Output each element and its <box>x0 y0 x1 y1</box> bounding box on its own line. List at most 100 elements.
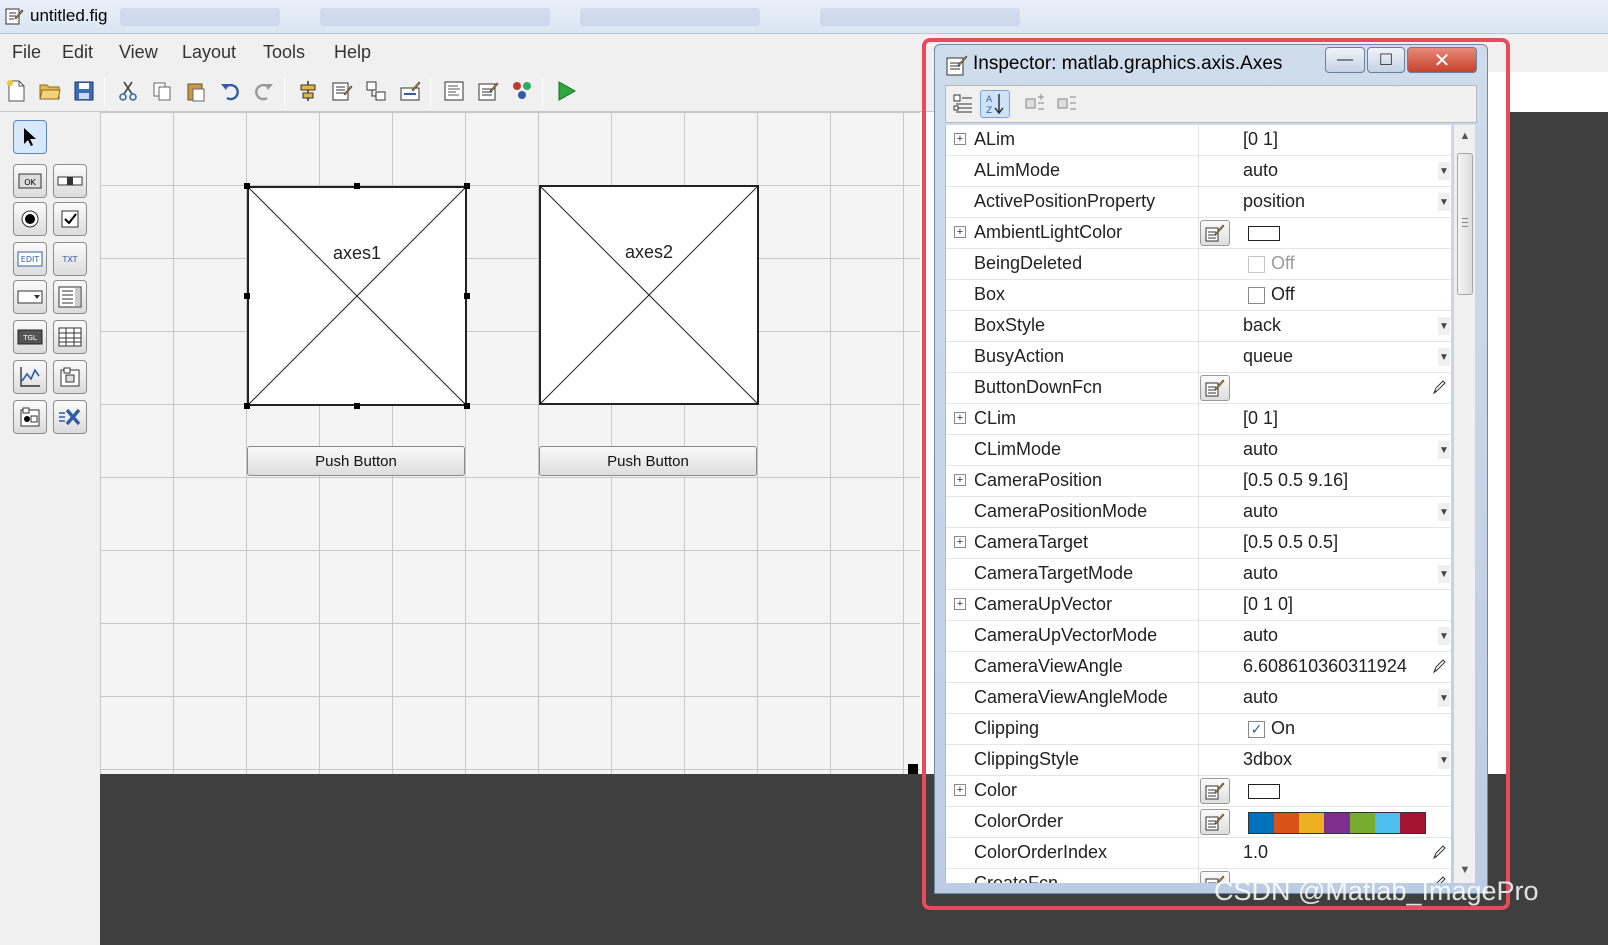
open-folder-icon[interactable] <box>36 77 64 105</box>
menu-tools[interactable]: Tools <box>263 42 305 63</box>
expand-plus-icon[interactable]: + <box>954 133 966 145</box>
property-row-camerapositionmode[interactable]: CameraPositionMode auto ▼ <box>946 497 1451 528</box>
property-row-boxstyle[interactable]: BoxStyle back ▼ <box>946 311 1451 342</box>
property-inspector-icon[interactable] <box>474 77 502 105</box>
property-row-cameratarget[interactable]: + CameraTarget [0.5 0.5 0.5] <box>946 528 1451 559</box>
edit-text-icon[interactable]: EDIT <box>13 242 47 276</box>
radio-button-icon[interactable] <box>13 202 47 236</box>
axes-icon[interactable] <box>13 360 47 394</box>
axes2-component[interactable]: axes2 <box>539 185 759 405</box>
pencil-edit-icon[interactable] <box>1432 379 1446 397</box>
property-value[interactable]: [0.5 0.5 0.5] <box>1243 532 1338 553</box>
panel-icon[interactable] <box>53 360 87 394</box>
property-row-box[interactable]: Box Off <box>946 280 1451 311</box>
scroll-up-arrow-icon[interactable]: ▲ <box>1454 127 1476 145</box>
static-text-icon[interactable]: TXT <box>53 242 87 276</box>
property-row-cameraupvectormode[interactable]: CameraUpVectorMode auto ▼ <box>946 621 1451 652</box>
minimize-button[interactable]: — <box>1325 47 1365 73</box>
layout-canvas[interactable]: axes1 axes2 Push Button Push Button <box>100 112 920 774</box>
object-browser-icon[interactable] <box>508 77 536 105</box>
redo-icon[interactable] <box>250 77 278 105</box>
property-row-busyaction[interactable]: BusyAction queue ▼ <box>946 342 1451 373</box>
selection-handle[interactable] <box>354 403 360 409</box>
listbox-icon[interactable] <box>53 280 87 314</box>
expand-plus-icon[interactable]: + <box>954 536 966 548</box>
expand-plus-icon[interactable]: + <box>954 784 966 796</box>
selection-handle[interactable] <box>244 183 250 189</box>
property-row-cameraviewangle[interactable]: CameraViewAngle 6.608610360311924 <box>946 652 1451 683</box>
selection-handle[interactable] <box>244 293 250 299</box>
toolbar-editor-icon[interactable] <box>396 77 424 105</box>
property-value[interactable]: auto <box>1243 439 1278 460</box>
maximize-button[interactable]: ☐ <box>1367 47 1405 73</box>
property-row-clippingstyle[interactable]: ClippingStyle 3dbox ▼ <box>946 745 1451 776</box>
dropdown-arrow-icon[interactable]: ▼ <box>1438 348 1450 366</box>
property-value[interactable]: auto <box>1243 625 1278 646</box>
canvas-resize-handle[interactable] <box>908 764 918 774</box>
scroll-thumb[interactable] <box>1457 153 1473 295</box>
push-button-2[interactable]: Push Button <box>539 446 757 476</box>
checkbox-icon[interactable] <box>53 202 87 236</box>
table-icon[interactable] <box>53 320 87 354</box>
property-checkbox[interactable] <box>1248 287 1265 304</box>
menu-help[interactable]: Help <box>334 42 371 63</box>
run-icon[interactable] <box>552 77 580 105</box>
undo-icon[interactable] <box>216 77 244 105</box>
property-row-cameraviewanglemode[interactable]: CameraViewAngleMode auto ▼ <box>946 683 1451 714</box>
pencil-edit-icon[interactable] <box>1432 844 1446 862</box>
property-value[interactable]: [0.5 0.5 9.16] <box>1243 470 1348 491</box>
color-order-strip[interactable] <box>1248 812 1426 834</box>
property-value[interactable]: auto <box>1243 501 1278 522</box>
property-value[interactable]: [0 1] <box>1243 129 1278 150</box>
dropdown-arrow-icon[interactable]: ▼ <box>1438 317 1450 335</box>
selection-handle[interactable] <box>354 183 360 189</box>
property-value[interactable]: auto <box>1243 160 1278 181</box>
dropdown-arrow-icon[interactable]: ▼ <box>1438 503 1450 521</box>
dropdown-arrow-icon[interactable]: ▼ <box>1438 162 1450 180</box>
selection-handle[interactable] <box>464 293 470 299</box>
property-row-climmode[interactable]: CLimMode auto ▼ <box>946 435 1451 466</box>
push-button-icon[interactable]: OK <box>13 164 47 198</box>
menu-view[interactable]: View <box>119 42 158 63</box>
property-row-ambientlightcolor[interactable]: + AmbientLightColor <box>946 218 1451 249</box>
menu-edit[interactable]: Edit <box>62 42 93 63</box>
property-row-beingdeleted[interactable]: BeingDeleted Off <box>946 249 1451 280</box>
property-row-cameraposition[interactable]: + CameraPosition [0.5 0.5 9.16] <box>946 466 1451 497</box>
property-checkbox[interactable]: ✓ <box>1248 721 1265 738</box>
property-editor-button[interactable] <box>1200 809 1230 835</box>
property-row-clipping[interactable]: Clipping ✓ On <box>946 714 1451 745</box>
property-row-cameratargetmode[interactable]: CameraTargetMode auto ▼ <box>946 559 1451 590</box>
property-value[interactable]: auto <box>1243 563 1278 584</box>
property-value[interactable]: 1.0 <box>1243 842 1268 863</box>
selection-handle[interactable] <box>464 403 470 409</box>
dropdown-arrow-icon[interactable]: ▼ <box>1438 627 1450 645</box>
property-value[interactable]: [0 1 0] <box>1243 594 1293 615</box>
expand-plus-icon[interactable]: + <box>954 226 966 238</box>
property-value[interactable]: auto <box>1243 687 1278 708</box>
menu-layout[interactable]: Layout <box>182 42 236 63</box>
property-row-colororder[interactable]: ColorOrder <box>946 807 1451 838</box>
property-editor-button[interactable] <box>1200 375 1230 401</box>
selection-handle[interactable] <box>464 183 470 189</box>
selection-handle[interactable] <box>244 403 250 409</box>
expand-all-icon[interactable] <box>1020 90 1050 118</box>
property-editor-button[interactable] <box>1200 778 1230 804</box>
dropdown-arrow-icon[interactable]: ▼ <box>1438 193 1450 211</box>
property-row-clim[interactable]: + CLim [0 1] <box>946 404 1451 435</box>
expand-plus-icon[interactable]: + <box>954 474 966 486</box>
vertical-scrollbar[interactable]: ▲ ▼ <box>1453 125 1475 883</box>
collapse-all-icon[interactable] <box>1052 90 1082 118</box>
axes1-component[interactable]: axes1 <box>247 186 467 406</box>
pencil-edit-icon[interactable] <box>1432 658 1446 676</box>
sort-alphabetical-icon[interactable]: AZ <box>980 90 1010 118</box>
push-button-1[interactable]: Push Button <box>247 446 465 476</box>
property-row-alimmode[interactable]: ALimMode auto ▼ <box>946 156 1451 187</box>
close-button[interactable]: ✕ <box>1407 47 1477 73</box>
property-value[interactable]: position <box>1243 191 1305 212</box>
property-row-colororderindex[interactable]: ColorOrderIndex 1.0 <box>946 838 1451 869</box>
menu-editor-icon[interactable] <box>328 77 356 105</box>
save-icon[interactable] <box>70 77 98 105</box>
property-value[interactable]: back <box>1243 315 1281 336</box>
property-row-alim[interactable]: + ALim [0 1] <box>946 125 1451 156</box>
property-value[interactable]: 6.608610360311924 <box>1243 656 1407 677</box>
